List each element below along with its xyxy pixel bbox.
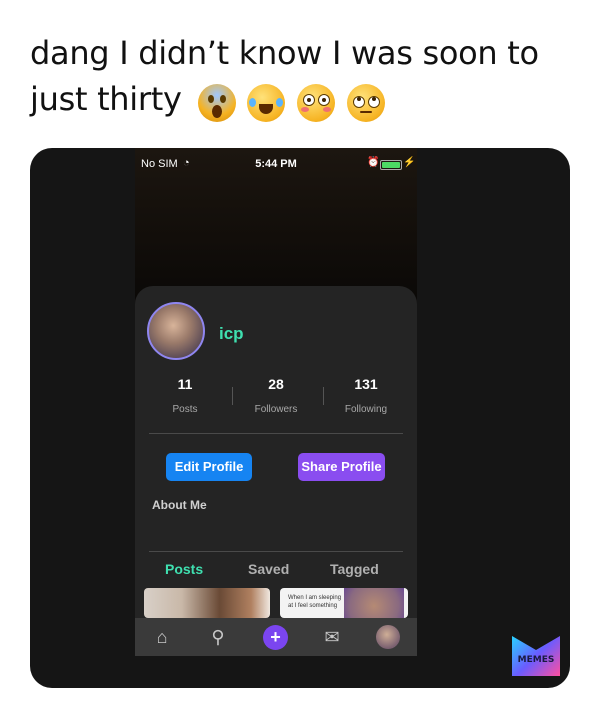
alarm-icon: ⏰ bbox=[367, 157, 380, 168]
divider bbox=[323, 387, 324, 405]
divider bbox=[149, 551, 403, 552]
post-thumbnail[interactable]: When I am sleeping at I feel something bbox=[280, 588, 408, 618]
battery-icon bbox=[380, 160, 402, 170]
username: icp bbox=[219, 324, 244, 343]
tab-posts[interactable]: Posts bbox=[165, 561, 203, 577]
phone-screen: No SIM ◔ 5:44 PM ⏰ ⚡ icp 11 Posts 28 Fol… bbox=[135, 148, 417, 656]
divider bbox=[232, 387, 233, 405]
screaming-face-icon bbox=[197, 84, 236, 122]
add-post-button[interactable]: + bbox=[263, 625, 288, 650]
stat-label: Following bbox=[344, 404, 388, 415]
share-profile-button[interactable]: Share Profile bbox=[298, 453, 385, 481]
profile-stats: 11 Posts 28 Followers 131 Following bbox=[135, 376, 417, 416]
messages-icon[interactable]: ✉ bbox=[321, 626, 343, 648]
tab-tagged[interactable]: Tagged bbox=[330, 561, 379, 577]
flushed-face-icon bbox=[297, 84, 336, 122]
eye-roll-face-icon bbox=[347, 84, 386, 122]
profile-card: icp 11 Posts 28 Followers 131 Following … bbox=[135, 286, 417, 656]
search-icon[interactable]: ⚲ bbox=[207, 626, 229, 648]
home-icon[interactable]: ⌂ bbox=[151, 626, 173, 648]
avatar[interactable] bbox=[147, 302, 205, 360]
emoji-row bbox=[197, 78, 388, 124]
stat-value: 11 bbox=[177, 376, 193, 392]
tab-saved[interactable]: Saved bbox=[248, 561, 289, 577]
screenshot-frame: No SIM ◔ 5:44 PM ⏰ ⚡ icp 11 Posts 28 Fol… bbox=[30, 148, 570, 688]
stat-value: 131 bbox=[354, 376, 378, 392]
about-me-label: About Me bbox=[152, 498, 207, 512]
status-bar: No SIM ◔ 5:44 PM ⏰ ⚡ bbox=[135, 156, 417, 172]
watermark: MEMES bbox=[517, 655, 555, 665]
post-thumbnail[interactable] bbox=[144, 588, 270, 618]
profile-tabs: Posts Saved Tagged bbox=[135, 561, 417, 581]
stat-posts[interactable]: 11 Posts bbox=[138, 376, 232, 415]
stat-following[interactable]: 131 Following bbox=[319, 376, 413, 415]
stat-value: 28 bbox=[268, 376, 284, 392]
tears-of-joy-icon bbox=[247, 84, 286, 122]
divider bbox=[149, 433, 403, 434]
charging-icon: ⚡ bbox=[403, 157, 416, 168]
bottom-nav-bar: ⌂ ⚲ + ✉ bbox=[135, 618, 417, 656]
stat-followers[interactable]: 28 Followers bbox=[229, 376, 323, 415]
profile-avatar[interactable] bbox=[376, 625, 400, 649]
meme-caption: dang I didn’t know I was soon to just th… bbox=[30, 30, 590, 124]
stat-label: Followers bbox=[254, 404, 298, 415]
stat-label: Posts bbox=[172, 404, 198, 415]
post-preview-text: When I am sleeping at I feel something bbox=[288, 595, 342, 609]
edit-profile-button[interactable]: Edit Profile bbox=[166, 453, 252, 481]
post-preview-image bbox=[344, 588, 404, 618]
